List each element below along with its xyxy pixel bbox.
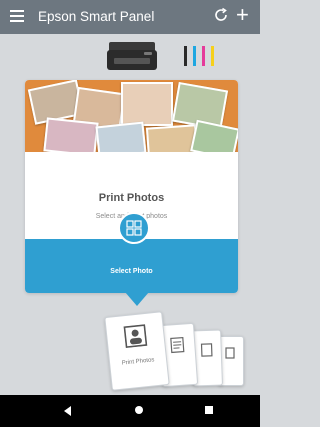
home-icon[interactable] (135, 406, 143, 414)
system-nav-bar (0, 395, 260, 427)
tile-label: Print Photos (121, 357, 155, 367)
photo-thumb (43, 117, 99, 152)
document-icon (225, 347, 235, 359)
menu-icon[interactable] (10, 10, 24, 22)
printer-icon (107, 42, 157, 70)
select-photo-button[interactable]: Select Photo (25, 263, 238, 281)
recent-apps-icon[interactable] (205, 406, 213, 414)
print-photos-card[interactable]: Print Photos Select and print photos Sel… (25, 80, 238, 293)
portrait-icon (123, 324, 148, 348)
ink-black (184, 46, 187, 66)
select-photo-icon[interactable] (118, 212, 150, 244)
photo-collage (25, 80, 238, 152)
back-icon[interactable] (64, 406, 71, 416)
refresh-icon[interactable] (213, 7, 229, 23)
ink-magenta (202, 46, 205, 66)
app-title: Epson Smart Panel (38, 9, 155, 24)
printer-status[interactable] (0, 34, 260, 80)
photo-thumb (121, 82, 173, 126)
app-bar: Epson Smart Panel + (0, 0, 260, 34)
photo-thumb (95, 121, 147, 152)
tile-print-photos[interactable]: Print Photos (104, 311, 170, 391)
plus-icon[interactable]: + (236, 4, 249, 26)
document-icon (200, 343, 213, 357)
ink-cyan (193, 46, 196, 66)
card-title: Print Photos (98, 192, 165, 204)
photo-thumb (190, 119, 238, 152)
document-icon (170, 336, 185, 354)
feature-carousel[interactable]: Print Photos (0, 310, 260, 395)
card-pointer (125, 292, 149, 306)
ink-yellow (211, 46, 214, 66)
